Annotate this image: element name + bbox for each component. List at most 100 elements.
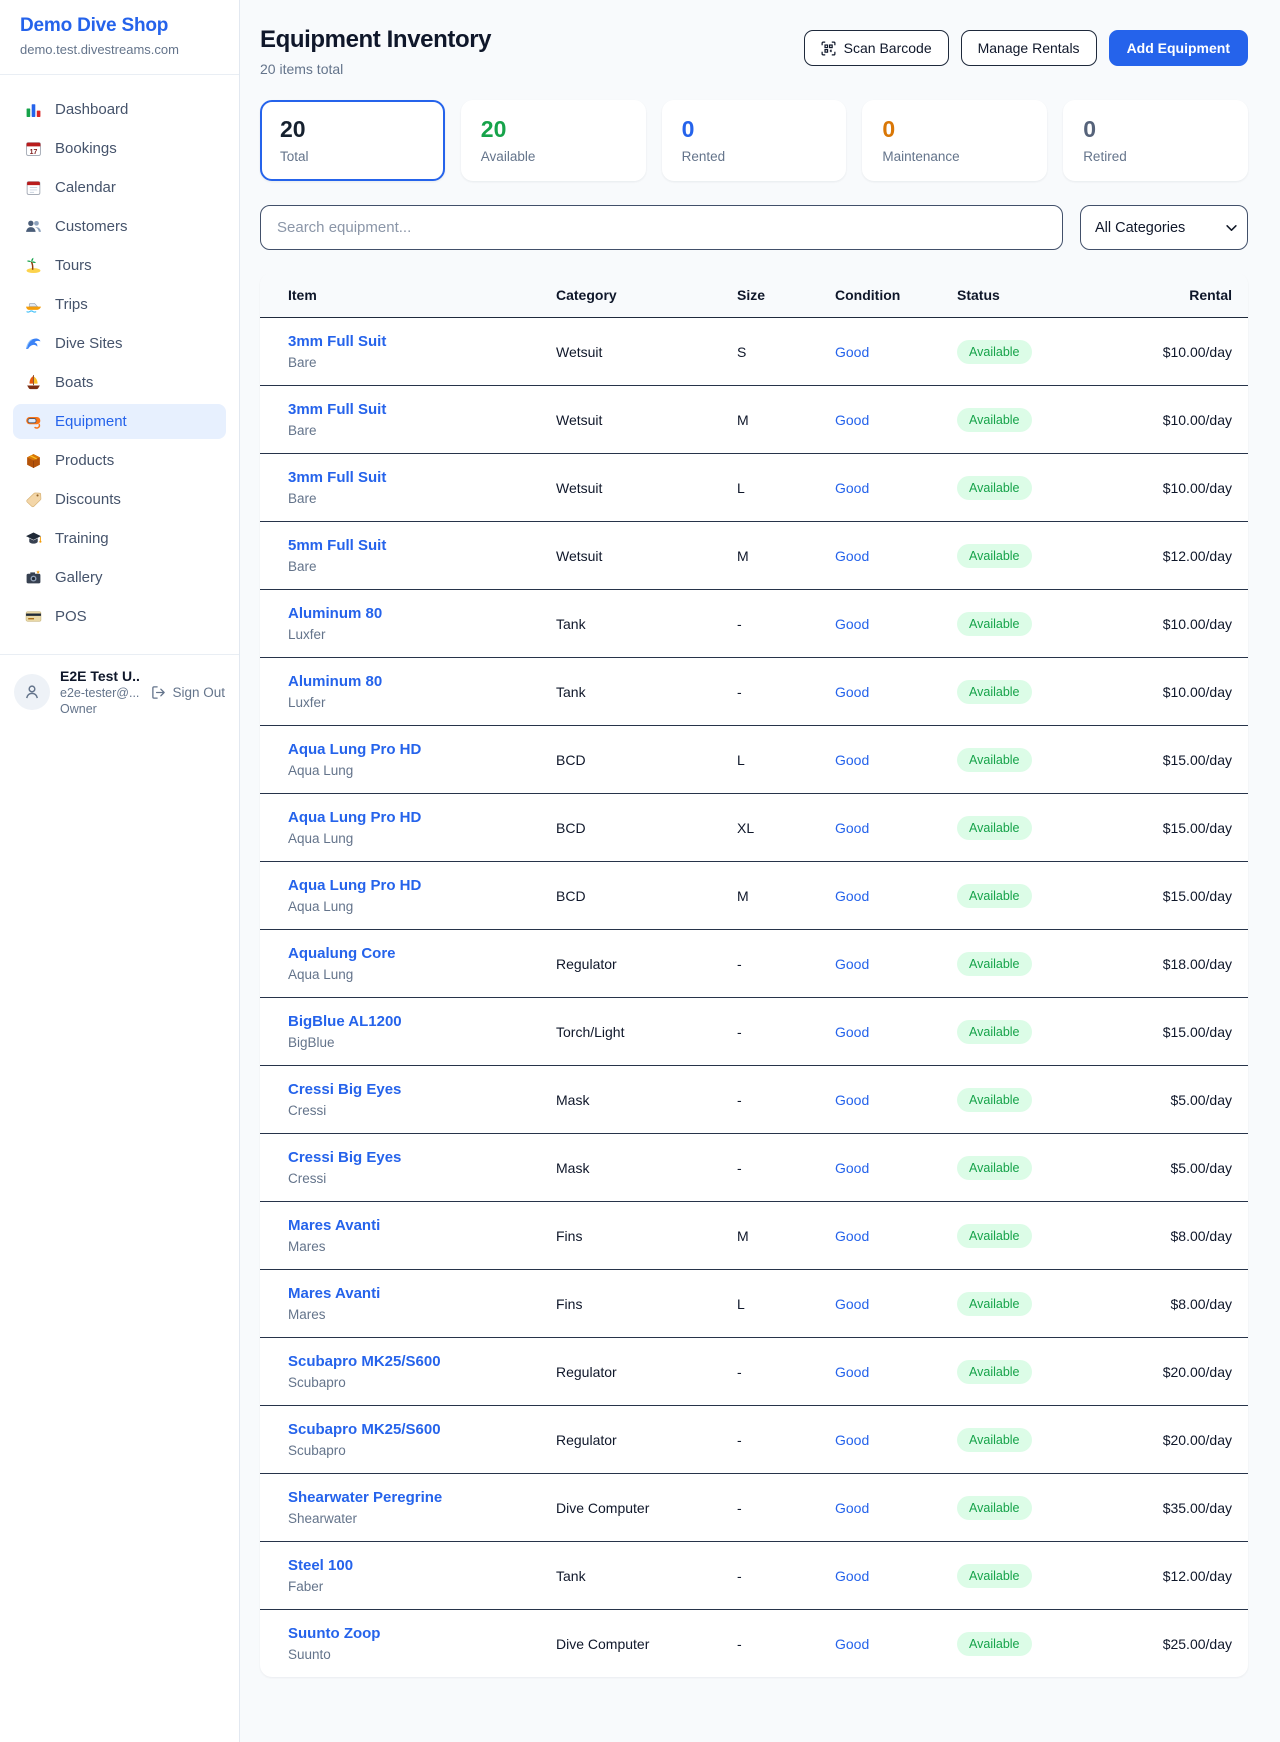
- item-condition-link[interactable]: Good: [835, 1228, 869, 1244]
- equipment-row: Suunto Zoop Suunto Dive Computer - Good …: [260, 1610, 1248, 1678]
- status-cell: Available: [957, 930, 1107, 998]
- status-badge: Available: [957, 1360, 1032, 1384]
- sidebar-item-pos[interactable]: POS: [13, 599, 226, 634]
- item-condition-link[interactable]: Good: [835, 480, 869, 496]
- item-cell: BigBlue AL1200 BigBlue: [260, 998, 556, 1066]
- item-condition-link[interactable]: Good: [835, 1432, 869, 1448]
- item-name-link[interactable]: BigBlue AL1200: [288, 1013, 402, 1030]
- item-condition-link[interactable]: Good: [835, 1568, 869, 1584]
- add-equipment-button[interactable]: Add Equipment: [1109, 30, 1248, 66]
- item-size: L: [737, 726, 835, 794]
- item-cell: 3mm Full Suit Bare: [260, 454, 556, 522]
- sidebar-item-bookings[interactable]: 17 Bookings: [13, 131, 226, 166]
- people-icon: [25, 218, 42, 235]
- sidebar-item-gallery[interactable]: Gallery: [13, 560, 226, 595]
- sidebar-item-customers[interactable]: Customers: [13, 209, 226, 244]
- item-category: Mask: [556, 1134, 737, 1202]
- item-name-link[interactable]: Aluminum 80: [288, 605, 382, 622]
- item-name-link[interactable]: Aqua Lung Pro HD: [288, 741, 421, 758]
- search-input[interactable]: [260, 205, 1063, 250]
- item-rental: $20.00/day: [1107, 1406, 1248, 1474]
- stat-card-retired[interactable]: 0 Retired: [1063, 100, 1248, 181]
- item-name-link[interactable]: Shearwater Peregrine: [288, 1489, 442, 1506]
- item-name-link[interactable]: 3mm Full Suit: [288, 469, 386, 486]
- stat-card-rented[interactable]: 0 Rented: [662, 100, 847, 181]
- item-condition-link[interactable]: Good: [835, 684, 869, 700]
- avatar: [14, 674, 50, 710]
- item-name-link[interactable]: Cressi Big Eyes: [288, 1149, 401, 1166]
- status-cell: Available: [957, 590, 1107, 658]
- item-condition-link[interactable]: Good: [835, 820, 869, 836]
- equipment-row: Steel 100 Faber Tank - Good Available $1…: [260, 1542, 1248, 1610]
- item-condition-link[interactable]: Good: [835, 752, 869, 768]
- sidebar-item-calendar[interactable]: Calendar: [13, 170, 226, 205]
- sidebar-item-boats[interactable]: Boats: [13, 365, 226, 400]
- item-brand: Cressi: [288, 1171, 556, 1186]
- sidebar-item-products[interactable]: Products: [13, 443, 226, 478]
- item-name-link[interactable]: 3mm Full Suit: [288, 333, 386, 350]
- category-filter-select[interactable]: All Categories: [1080, 205, 1248, 250]
- status-badge: Available: [957, 476, 1032, 500]
- item-condition-link[interactable]: Good: [835, 412, 869, 428]
- status-cell: Available: [957, 1406, 1107, 1474]
- item-name-link[interactable]: Scubapro MK25/S600: [288, 1353, 441, 1370]
- item-size: -: [737, 658, 835, 726]
- item-name-link[interactable]: Cressi Big Eyes: [288, 1081, 401, 1098]
- item-condition-link[interactable]: Good: [835, 1636, 869, 1652]
- sidebar-item-training[interactable]: Training: [13, 521, 226, 556]
- item-category: Mask: [556, 1066, 737, 1134]
- sidebar-item-trips[interactable]: Trips: [13, 287, 226, 322]
- item-name-link[interactable]: Aqua Lung Pro HD: [288, 877, 421, 894]
- sign-out-button[interactable]: Sign Out: [149, 683, 227, 702]
- item-condition-link[interactable]: Good: [835, 616, 869, 632]
- item-name-link[interactable]: Aqualung Core: [288, 945, 396, 962]
- item-condition-link[interactable]: Good: [835, 344, 869, 360]
- island-icon: [25, 257, 42, 274]
- item-name-link[interactable]: Mares Avanti: [288, 1217, 380, 1234]
- item-brand: Cressi: [288, 1103, 556, 1118]
- item-condition-link[interactable]: Good: [835, 1500, 869, 1516]
- item-name-link[interactable]: Suunto Zoop: [288, 1625, 380, 1642]
- column-header-item: Item: [260, 273, 556, 318]
- equipment-row: BigBlue AL1200 BigBlue Torch/Light - Goo…: [260, 998, 1248, 1066]
- item-size: -: [737, 998, 835, 1066]
- sidebar-item-discounts[interactable]: Discounts: [13, 482, 226, 517]
- item-name-link[interactable]: 3mm Full Suit: [288, 401, 386, 418]
- status-badge: Available: [957, 952, 1032, 976]
- item-cell: Mares Avanti Mares: [260, 1270, 556, 1338]
- sidebar-item-dive-sites[interactable]: Dive Sites: [13, 326, 226, 361]
- sidebar-item-dashboard[interactable]: Dashboard: [13, 92, 226, 127]
- item-name-link[interactable]: Aqua Lung Pro HD: [288, 809, 421, 826]
- brand-name[interactable]: Demo Dive Shop: [20, 15, 219, 37]
- stat-card-maintenance[interactable]: 0 Maintenance: [862, 100, 1047, 181]
- condition-cell: Good: [835, 1270, 957, 1338]
- item-name-link[interactable]: Aluminum 80: [288, 673, 382, 690]
- item-cell: Aqua Lung Pro HD Aqua Lung: [260, 862, 556, 930]
- item-condition-link[interactable]: Good: [835, 956, 869, 972]
- stat-card-available[interactable]: 20 Available: [461, 100, 646, 181]
- condition-cell: Good: [835, 658, 957, 726]
- status-badge: Available: [957, 1292, 1032, 1316]
- scan-barcode-button[interactable]: Scan Barcode: [804, 30, 949, 66]
- item-condition-link[interactable]: Good: [835, 888, 869, 904]
- stat-label-available: Available: [481, 149, 626, 164]
- item-name-link[interactable]: Steel 100: [288, 1557, 353, 1574]
- sidebar-item-tours[interactable]: Tours: [13, 248, 226, 283]
- item-condition-link[interactable]: Good: [835, 548, 869, 564]
- item-cell: Aqua Lung Pro HD Aqua Lung: [260, 794, 556, 862]
- item-rental: $5.00/day: [1107, 1066, 1248, 1134]
- manage-rentals-button[interactable]: Manage Rentals: [961, 30, 1097, 66]
- item-condition-link[interactable]: Good: [835, 1296, 869, 1312]
- stat-card-total[interactable]: 20 Total: [260, 100, 445, 181]
- sidebar-item-equipment[interactable]: Equipment: [13, 404, 226, 439]
- scan-barcode-label: Scan Barcode: [844, 40, 932, 56]
- item-condition-link[interactable]: Good: [835, 1160, 869, 1176]
- item-name-link[interactable]: Scubapro MK25/S600: [288, 1421, 441, 1438]
- item-condition-link[interactable]: Good: [835, 1024, 869, 1040]
- status-badge: Available: [957, 612, 1032, 636]
- item-condition-link[interactable]: Good: [835, 1092, 869, 1108]
- item-name-link[interactable]: 5mm Full Suit: [288, 537, 386, 554]
- item-name-link[interactable]: Mares Avanti: [288, 1285, 380, 1302]
- item-condition-link[interactable]: Good: [835, 1364, 869, 1380]
- item-category: Dive Computer: [556, 1474, 737, 1542]
